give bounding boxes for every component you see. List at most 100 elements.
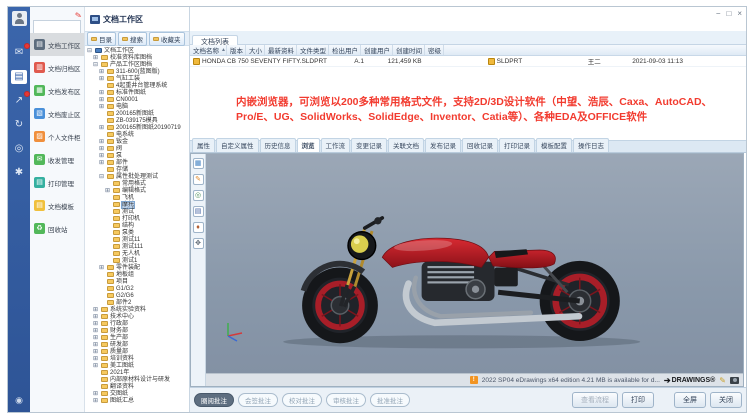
tree-node[interactable]: 翻译资料 xyxy=(87,383,189,390)
tree-node[interactable]: ⊞ 行政部 xyxy=(87,320,189,327)
footer-button[interactable]: 关闭 xyxy=(710,392,742,408)
rail-icon[interactable]: ▤ xyxy=(11,70,27,84)
markup-filter-pill[interactable]: 审核批注 xyxy=(326,393,366,407)
tree-node[interactable]: ⊞ 技术中心 xyxy=(87,313,189,320)
viewer-tool-icon[interactable]: ♦ xyxy=(193,222,204,233)
tree-node[interactable]: 地板组 xyxy=(87,271,189,278)
expander-icon[interactable]: ⊞ xyxy=(93,391,99,397)
expander-icon[interactable]: ⊞ xyxy=(99,125,105,131)
sidebar-item[interactable]: ▤ 文档模板 xyxy=(30,194,84,217)
expander-icon[interactable]: ⊞ xyxy=(99,146,105,152)
detail-tab[interactable]: 回收记录 xyxy=(462,138,498,152)
sidebar-item[interactable]: ▥ 文档归档区 xyxy=(30,56,84,79)
rail-icon[interactable]: ✉ xyxy=(11,46,27,60)
expander-icon[interactable]: ⊞ xyxy=(99,76,105,82)
tree-node[interactable]: ⊞ 阀 xyxy=(87,145,189,152)
detail-tab[interactable]: 浏览 xyxy=(297,138,320,152)
detail-tab[interactable]: 变更记录 xyxy=(351,138,387,152)
tree-node[interactable]: ⊞ 财务部 xyxy=(87,327,189,334)
expander-icon[interactable]: ⊟ xyxy=(99,174,105,180)
sidebar-item[interactable]: ✉ 收发管理 xyxy=(30,148,84,171)
update-notice[interactable]: 2022 SP04 eDrawings x64 edition 4.21 MB … xyxy=(482,377,660,384)
expander-icon[interactable]: ⊞ xyxy=(93,55,99,61)
tree-node[interactable]: 摩托 xyxy=(87,201,189,208)
detail-tab[interactable]: 操作日志 xyxy=(573,138,609,152)
tree-node[interactable]: G2/G6 xyxy=(87,292,189,299)
tree-node[interactable]: G1/G2 xyxy=(87,285,189,292)
tree-node[interactable]: 4起重井台管理系统 xyxy=(87,82,189,89)
snapshot-camera-icon[interactable] xyxy=(730,377,739,384)
tree-node[interactable]: 打印机 xyxy=(87,215,189,222)
tree-node[interactable]: 无人机 xyxy=(87,250,189,257)
detail-tab[interactable]: 历史信息 xyxy=(260,138,296,152)
tree-node[interactable]: 电系统 xyxy=(87,131,189,138)
avatar[interactable] xyxy=(12,11,27,26)
tree-node[interactable]: ⊞ 研发部 xyxy=(87,341,189,348)
markup-filter-pill[interactable]: 校对批注 xyxy=(282,393,322,407)
column-header[interactable]: 密级 xyxy=(425,45,444,55)
footer-button[interactable]: 查看流程 xyxy=(572,392,618,408)
expander-icon[interactable]: ⊞ xyxy=(99,90,105,96)
expander-icon[interactable]: ⊞ xyxy=(93,328,99,334)
column-header[interactable]: 创建时间 xyxy=(393,45,425,55)
expander-icon[interactable]: ⊞ xyxy=(99,153,105,159)
footer-button[interactable]: 全屏 xyxy=(674,392,706,408)
expander-icon[interactable]: ⊞ xyxy=(105,188,111,194)
markup-filter-pill[interactable]: 批准批注 xyxy=(370,393,410,407)
markup-filter-pill[interactable]: 会签批注 xyxy=(238,393,278,407)
sidebar-item[interactable]: ▦ 文档发布区 xyxy=(30,79,84,102)
tree-node[interactable]: ⊟ 属性批处理测试 xyxy=(87,173,189,180)
expander-icon[interactable]: ⊞ xyxy=(93,356,99,362)
tree-node[interactable]: ⊞ 编辑格式 xyxy=(87,187,189,194)
expander-icon[interactable]: ⊞ xyxy=(93,321,99,327)
tree-node[interactable]: ⊞ 部件 xyxy=(87,159,189,166)
tree-node[interactable]: ⊞ 培训资料 xyxy=(87,355,189,362)
tree-node[interactable]: ⊞ 标准件图纸 xyxy=(87,89,189,96)
column-header[interactable]: 最新资料 xyxy=(265,45,297,55)
tree-node[interactable]: 部件2 xyxy=(87,299,189,306)
tree-node[interactable]: ⊞ 气缸工装 xyxy=(87,75,189,82)
footer-button[interactable]: 打印 xyxy=(622,392,654,408)
markup-pen-icon[interactable]: ✎ xyxy=(719,376,726,385)
expander-icon[interactable]: ⊞ xyxy=(93,314,99,320)
expander-icon[interactable]: ⊞ xyxy=(93,307,99,313)
expander-icon[interactable]: ⊞ xyxy=(99,69,105,75)
sidebar-item[interactable]: ▤ 打印管理 xyxy=(30,171,84,194)
tree-toolbar-button[interactable]: 目录 xyxy=(87,32,116,46)
tree-node[interactable]: ⊞ 系统实验资料 xyxy=(87,306,189,313)
rail-icon[interactable]: ↻ xyxy=(11,118,27,132)
tree-node[interactable]: ⊞ 电脑 xyxy=(87,103,189,110)
tree-node[interactable]: 测试1 xyxy=(87,257,189,264)
tree-node[interactable]: 测试111 xyxy=(87,243,189,250)
detail-tab[interactable]: 发布记录 xyxy=(425,138,461,152)
column-header[interactable]: 版本 xyxy=(227,45,246,55)
tree-node[interactable]: 测试 xyxy=(87,208,189,215)
tree-node[interactable]: ⊞ 311-600(蓝图版) xyxy=(87,68,189,75)
tree-node[interactable]: ⊟ 产品工作区图档 xyxy=(87,61,189,68)
table-row[interactable]: HONDA CB 750 SEVENTY FIFTY.SLDPRT A.1 12… xyxy=(190,56,746,67)
tree-node[interactable]: ⊞ 图纸汇总 xyxy=(87,397,189,404)
search-input[interactable] xyxy=(33,20,81,34)
expander-icon[interactable]: ⊞ xyxy=(99,265,105,271)
tree-node[interactable]: 测试11 xyxy=(87,236,189,243)
sidebar-item[interactable]: ▧ 文档废止区 xyxy=(30,102,84,125)
sidebar-item[interactable]: ♻ 回收站 xyxy=(30,217,84,240)
tree-node[interactable]: 项目 xyxy=(87,278,189,285)
tree-node[interactable]: 内部原材料设计与研发 xyxy=(87,376,189,383)
expander-icon[interactable]: ⊟ xyxy=(87,48,93,54)
expander-icon[interactable]: ⊞ xyxy=(93,349,99,355)
user-icon[interactable]: ◉ xyxy=(15,395,23,406)
expander-icon[interactable]: ⊞ xyxy=(99,139,105,145)
detail-tab[interactable]: 自定义属性 xyxy=(216,138,259,152)
column-header[interactable]: 检出用户 xyxy=(329,45,361,55)
tree-node[interactable]: ⊞ 质量部 xyxy=(87,348,189,355)
expander-icon[interactable]: ⊞ xyxy=(99,104,105,110)
tree-node[interactable]: 存储 xyxy=(87,166,189,173)
rail-icon[interactable]: ↗ xyxy=(11,94,27,108)
expander-icon[interactable]: ⊞ xyxy=(93,342,99,348)
maximize-button[interactable]: □ xyxy=(726,9,731,18)
detail-tab[interactable]: 模板配置 xyxy=(536,138,572,152)
viewer-tool-icon[interactable]: ▤ xyxy=(193,206,204,217)
detail-tab[interactable]: 属性 xyxy=(192,138,215,152)
expander-icon[interactable]: ⊞ xyxy=(93,398,99,404)
